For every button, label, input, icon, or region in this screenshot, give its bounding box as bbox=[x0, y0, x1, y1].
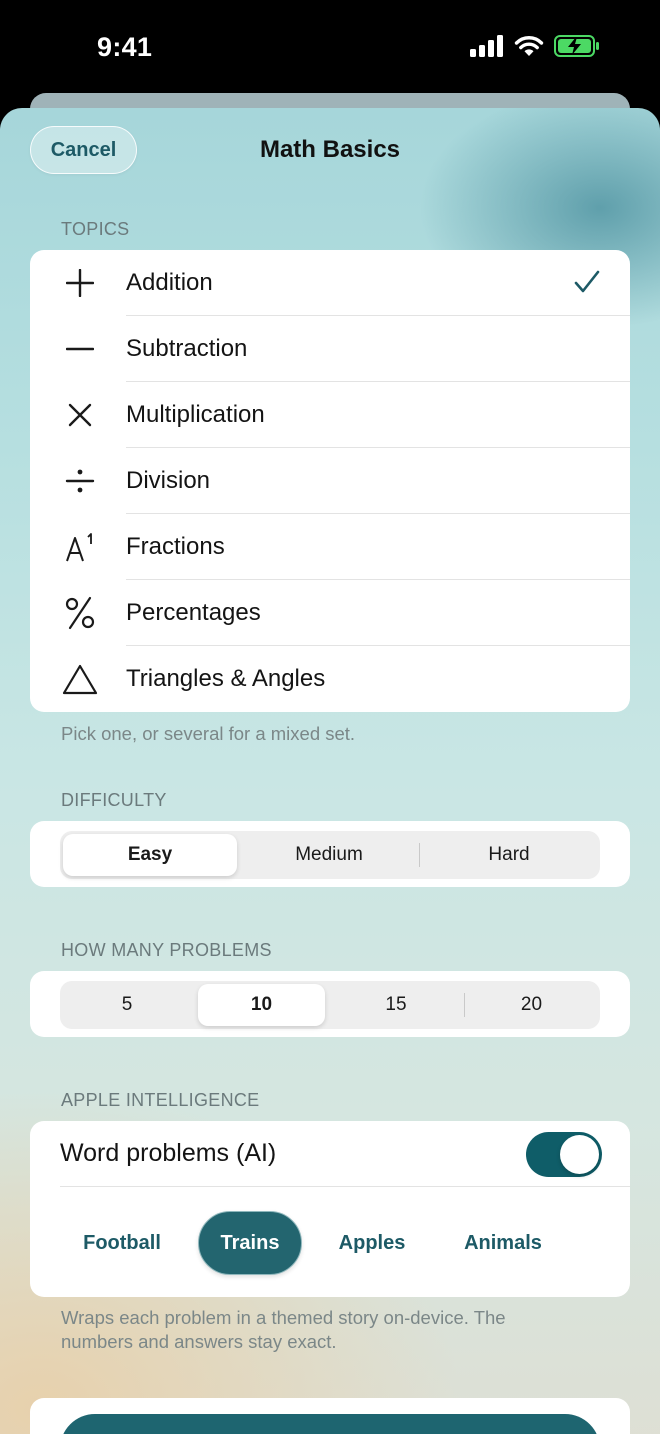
topic-label: Triangles & Angles bbox=[126, 665, 326, 692]
topics-card: Addition Subtraction Multiplication Divi… bbox=[30, 250, 630, 712]
topic-label: Division bbox=[126, 467, 211, 494]
difficulty-hard[interactable]: Hard bbox=[421, 834, 597, 876]
multiply-icon bbox=[60, 397, 100, 433]
cellular-signal-icon bbox=[470, 35, 503, 57]
ai-footer: Wraps each problem in a themed story on-… bbox=[61, 1306, 506, 1354]
word-problems-label: Word problems (AI) bbox=[60, 1139, 277, 1167]
count-option-20[interactable]: 20 bbox=[466, 984, 597, 1026]
checkmark-icon bbox=[574, 270, 600, 299]
topic-label: Percentages bbox=[126, 599, 261, 626]
count-option-5[interactable]: 5 bbox=[63, 984, 191, 1026]
topic-row-percentages[interactable]: Percentages bbox=[30, 580, 630, 646]
ai-footer-line-2: numbers and answers stay exact. bbox=[61, 1331, 337, 1352]
math-basics-sheet: Cancel Math Basics TOPICS Addition Subtr… bbox=[0, 108, 660, 1434]
ai-section-label: APPLE INTELLIGENCE bbox=[61, 1090, 260, 1110]
battery-charging-icon bbox=[554, 35, 599, 57]
generate-card bbox=[30, 1398, 630, 1434]
theme-chip-apples[interactable]: Apples bbox=[322, 1211, 422, 1275]
topic-row-multiplication[interactable]: Multiplication bbox=[30, 382, 630, 448]
status-bar: 9:41 bbox=[0, 0, 660, 100]
segment-divider bbox=[464, 993, 465, 1017]
difficulty-section-label: DIFFICULTY bbox=[61, 790, 167, 810]
difficulty-card: Easy Medium Hard bbox=[30, 821, 630, 887]
sheet-title: Math Basics bbox=[259, 136, 401, 163]
problem-count-section-label: HOW MANY PROBLEMS bbox=[61, 940, 272, 960]
minus-icon bbox=[60, 331, 100, 367]
count-option-10[interactable]: 10 bbox=[198, 984, 325, 1026]
status-time: 9:41 bbox=[97, 32, 153, 62]
status-icons bbox=[470, 35, 600, 57]
theme-chip-trains[interactable]: Trains bbox=[198, 1211, 302, 1275]
problem-count-card: 5 10 15 20 bbox=[30, 971, 630, 1037]
topic-row-triangles-angles[interactable]: Triangles & Angles bbox=[30, 646, 630, 712]
difficulty-segmented-control: Easy Medium Hard bbox=[60, 831, 600, 879]
triangle-icon bbox=[60, 661, 100, 697]
topic-label: Addition bbox=[126, 269, 213, 296]
toggle-knob bbox=[560, 1135, 599, 1174]
plus-icon bbox=[60, 265, 100, 301]
difficulty-medium[interactable]: Medium bbox=[240, 834, 418, 876]
topic-row-subtraction[interactable]: Subtraction bbox=[30, 316, 630, 382]
count-option-15[interactable]: 15 bbox=[330, 984, 462, 1026]
divide-icon bbox=[60, 463, 100, 499]
topics-section-label: TOPICS bbox=[61, 219, 130, 239]
superscript-icon bbox=[60, 529, 100, 565]
topic-row-addition[interactable]: Addition bbox=[30, 250, 630, 316]
wifi-icon bbox=[514, 36, 544, 56]
percent-icon bbox=[60, 595, 100, 631]
ai-footer-line-1: Wraps each problem in a themed story on-… bbox=[61, 1307, 506, 1328]
problem-count-segmented-control: 5 10 15 20 bbox=[60, 981, 600, 1029]
word-problems-toggle[interactable] bbox=[526, 1132, 602, 1177]
topic-row-division[interactable]: Division bbox=[30, 448, 630, 514]
topic-label: Multiplication bbox=[126, 401, 265, 428]
topic-row-fractions[interactable]: Fractions bbox=[30, 514, 630, 580]
ai-card: Word problems (AI) Football Trains Apple… bbox=[30, 1121, 630, 1297]
segment-divider bbox=[419, 843, 420, 867]
theme-chip-football[interactable]: Football bbox=[70, 1211, 174, 1275]
row-divider bbox=[60, 1186, 630, 1187]
topic-label: Fractions bbox=[126, 533, 225, 560]
topic-label: Subtraction bbox=[126, 335, 248, 362]
theme-chip-animals[interactable]: Animals bbox=[450, 1211, 556, 1275]
primary-action-button[interactable] bbox=[60, 1414, 600, 1434]
difficulty-easy[interactable]: Easy bbox=[63, 834, 237, 876]
topics-footer: Pick one, or several for a mixed set. bbox=[61, 723, 356, 744]
